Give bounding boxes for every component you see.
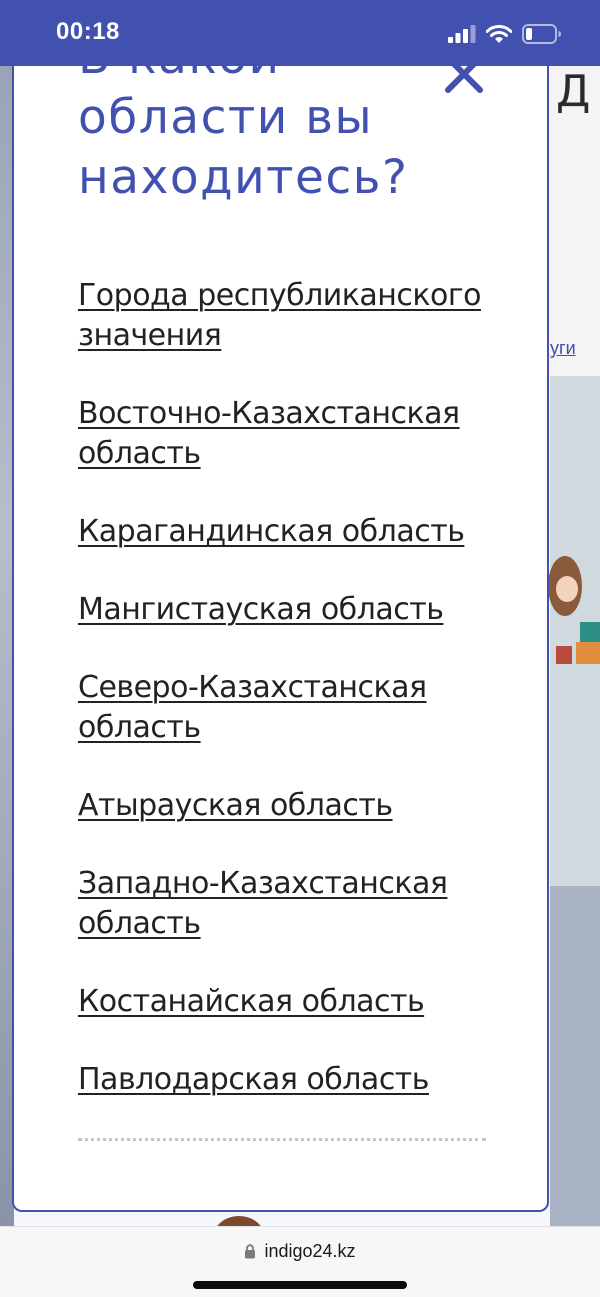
region-item: Атырауская область (78, 786, 508, 826)
region-item: Восточно-Казахстанская область (78, 394, 508, 474)
background-link-fragment: уги (550, 338, 576, 358)
background-heading-fragment: Д (556, 66, 591, 117)
region-item: Павлодарская область (78, 1060, 508, 1100)
status-icons (448, 22, 562, 46)
region-link-cities-republican[interactable]: Города республиканского значения (78, 278, 481, 353)
status-time: 00:18 (56, 18, 120, 45)
region-link-pavlodar[interactable]: Павлодарская область (78, 1062, 429, 1097)
battery-icon (522, 24, 561, 44)
region-link-atyrau[interactable]: Атырауская область (78, 788, 393, 823)
region-item: Города республиканского значения (78, 276, 508, 356)
region-item: Северо-Казахстанская область (78, 668, 508, 748)
region-link-karaganda[interactable]: Карагандинская область (78, 514, 465, 549)
home-indicator[interactable] (193, 1281, 407, 1289)
wifi-icon (486, 24, 512, 43)
signal-icon (448, 25, 476, 43)
region-select-modal: В какой области вы находитесь? Города ре… (12, 30, 549, 1212)
region-item: Мангистауская область (78, 590, 508, 630)
region-item: Костанайская область (78, 982, 508, 1022)
region-item: Западно-Казахстанская область (78, 864, 508, 944)
region-link-east-kazakhstan[interactable]: Восточно-Казахстанская область (78, 396, 460, 471)
region-link-north-kazakhstan[interactable]: Северо-Казахстанская область (78, 670, 427, 745)
region-list: Города республиканского значения Восточн… (78, 276, 508, 1138)
url-field[interactable]: indigo24.kz (0, 1241, 600, 1262)
url-text: indigo24.kz (264, 1241, 356, 1261)
region-item: Карагандинская область (78, 512, 508, 552)
browser-address-bar[interactable]: indigo24.kz (0, 1226, 600, 1297)
background-illustration-bottom (214, 1216, 264, 1226)
status-bar: 00:18 (0, 0, 600, 66)
region-link-kostanay[interactable]: Костанайская область (78, 984, 425, 1019)
list-divider (78, 1138, 486, 1141)
region-link-mangystau[interactable]: Мангистауская область (78, 592, 444, 627)
region-link-west-kazakhstan[interactable]: Западно-Казахстанская область (78, 866, 448, 941)
lock-icon (245, 1244, 256, 1259)
